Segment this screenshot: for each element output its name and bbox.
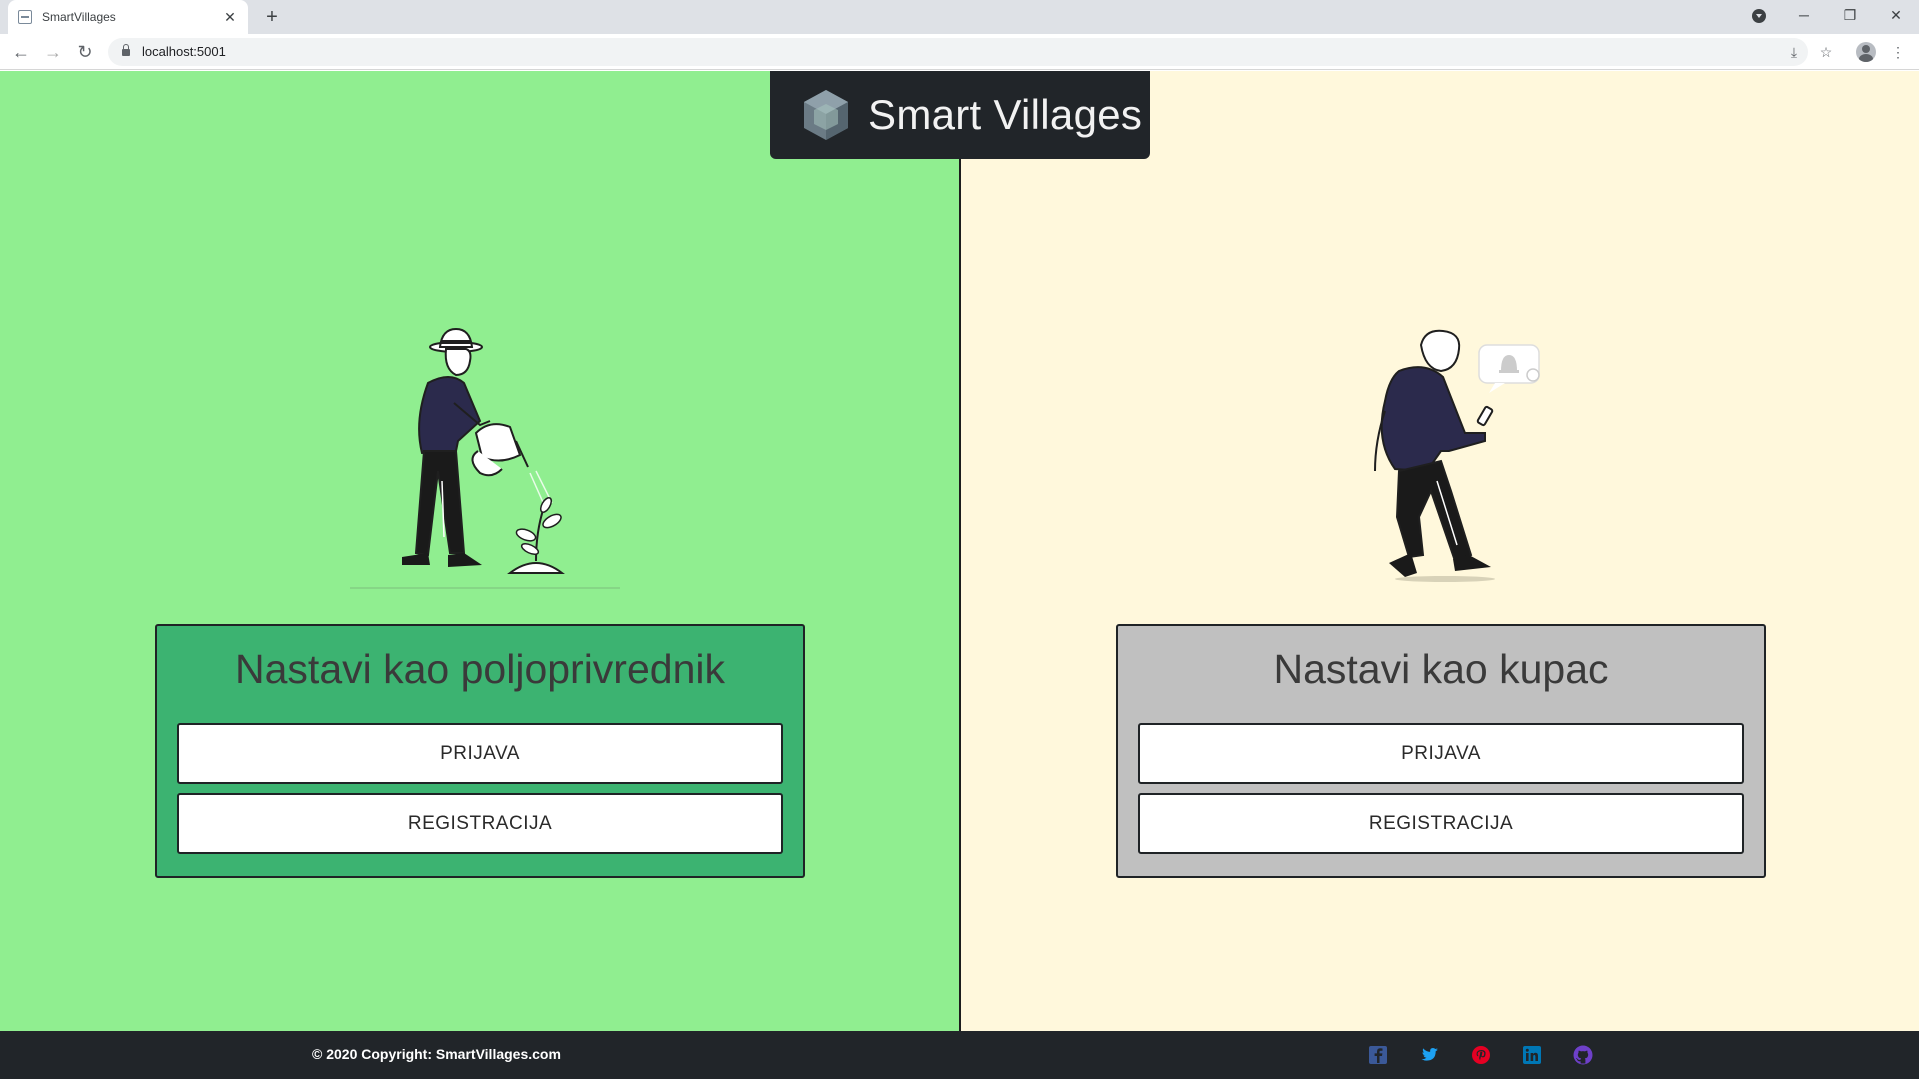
linkedin-icon[interactable]	[1521, 1044, 1543, 1066]
buyer-login-button[interactable]: PRIJAVA	[1138, 723, 1744, 784]
install-app-icon[interactable]: ⤓	[1784, 42, 1804, 62]
buyer-register-button[interactable]: REGISTRACIJA	[1138, 793, 1744, 854]
minimize-button[interactable]: ─	[1781, 0, 1827, 30]
twitter-icon[interactable]	[1418, 1044, 1440, 1066]
copyright-text: © 2020 Copyright: SmartVillages.com	[312, 1046, 561, 1062]
back-arrow-icon[interactable]: ←	[9, 40, 33, 64]
tab-title: SmartVillages	[42, 10, 116, 24]
browser-toolbar: ← → ↻ localhost:5001 ⤓ ☆ ⋮	[0, 34, 1919, 70]
footer: © 2020 Copyright: SmartVillages.com	[0, 1031, 1919, 1079]
github-icon[interactable]	[1572, 1044, 1594, 1066]
lock-icon	[122, 44, 130, 56]
tab-search-icon[interactable]	[1752, 9, 1766, 23]
buyer-card: Nastavi kao kupac PRIJAVA REGISTRACIJA	[1116, 624, 1766, 878]
pinterest-icon[interactable]	[1470, 1044, 1492, 1066]
restore-button[interactable]: ❐	[1827, 0, 1873, 30]
buyer-card-title: Nastavi kao kupac	[1273, 646, 1609, 692]
farmer-login-button[interactable]: PRIJAVA	[177, 723, 783, 784]
farmer-watering-plant-illustration	[350, 327, 620, 589]
hexagon-logo-icon	[804, 90, 848, 140]
url-text[interactable]: localhost:5001	[142, 44, 226, 59]
forward-arrow-icon[interactable]: →	[41, 40, 65, 64]
new-tab-button[interactable]: +	[260, 5, 284, 29]
person-with-phone-illustration	[1374, 329, 1540, 582]
farmer-card: Nastavi kao poljoprivrednik PRIJAVA REGI…	[155, 624, 805, 878]
farmer-card-title: Nastavi kao poljoprivrednik	[235, 646, 725, 692]
browser-tab-strip: SmartVillages ✕ + ─ ❐ ✕	[0, 0, 1919, 34]
close-window-button[interactable]: ✕	[1873, 0, 1919, 30]
landing-page: Smart Villages Nastavi kao poljoprivredn…	[0, 71, 1919, 1079]
profile-avatar-icon[interactable]	[1856, 42, 1876, 62]
browser-menu-icon[interactable]: ⋮	[1888, 42, 1908, 62]
tab-close-icon[interactable]: ✕	[222, 9, 238, 26]
brand-header[interactable]: Smart Villages	[770, 71, 1150, 159]
address-bar[interactable]	[108, 38, 1808, 66]
facebook-icon[interactable]	[1367, 1044, 1389, 1066]
bookmark-star-icon[interactable]: ☆	[1816, 42, 1836, 62]
page-favicon-icon	[18, 10, 32, 24]
browser-tab[interactable]: SmartVillages ✕	[8, 0, 248, 34]
panel-divider	[959, 71, 961, 1031]
farmer-register-button[interactable]: REGISTRACIJA	[177, 793, 783, 854]
reload-icon[interactable]: ↻	[73, 40, 97, 64]
brand-name: Smart Villages	[868, 91, 1143, 138]
